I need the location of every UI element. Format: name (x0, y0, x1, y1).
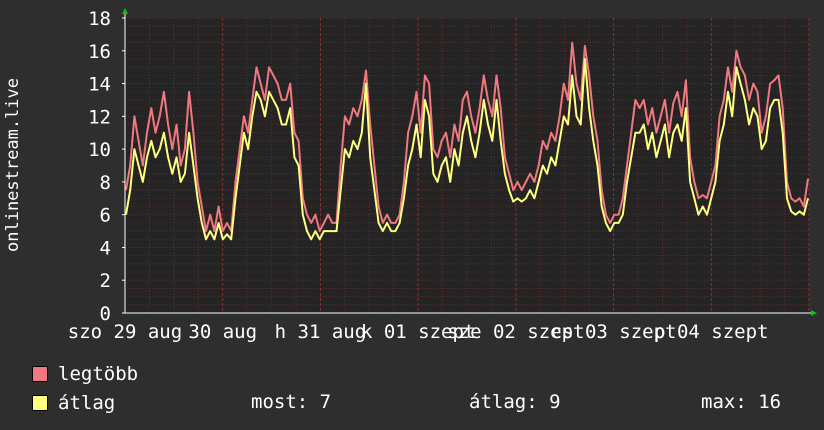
y-axis-label: onlinestream.live (3, 78, 23, 252)
stat-avg: átlag: 9 (469, 391, 561, 413)
legend-swatch-avg (32, 395, 48, 411)
y-tick-label: 12 (88, 106, 111, 128)
y-tick-label: 2 (100, 270, 111, 292)
y-tick-label: 6 (100, 205, 111, 227)
y-tick-labels: 024681012141618 (88, 8, 111, 325)
y-axis-arrow (122, 8, 128, 14)
legend-label-max: legtöbb (58, 363, 139, 385)
chart: 024681012141618 szo 29 aug 30 aug h 31 aug… (3, 8, 817, 343)
y-tick-label: 4 (100, 237, 111, 259)
x-tick-label: szo 29 aug (68, 321, 182, 343)
x-tick-label: h 31 aug (275, 321, 367, 343)
y-tick-label: 18 (88, 8, 111, 30)
stat-max: max: 16 (701, 391, 782, 413)
y-tick-label: 16 (88, 41, 111, 63)
y-tick-label: 10 (88, 139, 111, 161)
x-tick-labels: szo 29 aug 30 aug h 31 augk 01 szeptsze 02… (68, 321, 769, 343)
x-tick-label: 30 aug (188, 321, 257, 343)
legend-label-avg: átlag (58, 392, 116, 414)
x-tick-label: p 04 szept (654, 321, 768, 343)
legend-swatch-max (32, 366, 48, 382)
y-tick-label: 14 (88, 74, 111, 96)
x-axis-arrow (811, 310, 817, 316)
y-tick-label: 8 (100, 172, 111, 194)
stat-now: most: 7 (251, 391, 332, 413)
